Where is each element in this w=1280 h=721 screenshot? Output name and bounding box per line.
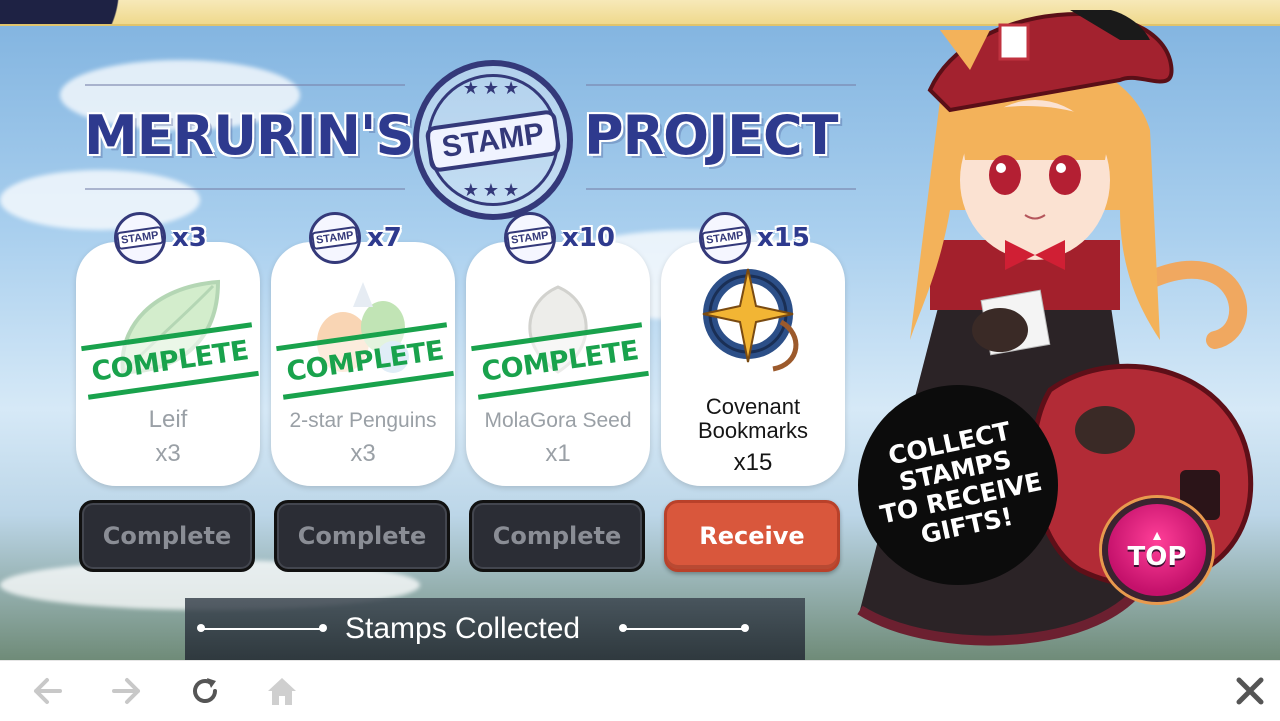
reward-name: 2-star Penguins: [289, 409, 437, 432]
required-stamps: x3: [172, 223, 207, 253]
required-stamps: x7: [367, 223, 402, 253]
speech-bubble: COLLECT STAMPS TO RECEIVE GIFTS!: [858, 385, 1058, 585]
home-icon: [268, 678, 296, 705]
scroll-to-top-button[interactable]: ▲ TOP: [1102, 498, 1212, 602]
title-divider: [85, 188, 405, 190]
stamp-requirement: STAMP x3: [114, 212, 207, 264]
stamp-requirement: STAMP x15: [699, 212, 810, 264]
banner-decoration: [0, 0, 170, 24]
stamp-requirement: STAMP x10: [504, 212, 615, 264]
browser-toolbar: [0, 660, 1280, 721]
stamp-requirement: STAMP x7: [309, 212, 402, 264]
speech-text: COLLECT STAMPS TO RECEIVE GIFTS!: [877, 416, 1045, 550]
reward-name: Leif: [148, 406, 188, 433]
forward-arrow-icon: [112, 678, 140, 704]
stars-icon: ★★★: [462, 180, 524, 200]
page-title-right: PROJECT: [584, 104, 839, 167]
receive-button[interactable]: Receive: [664, 500, 840, 572]
reward-name-line2: Bookmarks: [697, 418, 809, 443]
reload-icon: [193, 678, 217, 703]
stamp-logo-word: STAMP: [424, 109, 562, 173]
reward-name: MolaGora Seed: [484, 409, 632, 432]
stamp-icon: STAMP: [504, 212, 556, 264]
stamp-icon: STAMP: [309, 212, 361, 264]
close-icon: [1236, 677, 1264, 705]
reward-card-covenant-bookmarks: STAMP x15 Covenant Bookmarks x15: [661, 212, 845, 486]
reward-quantity: x3: [350, 440, 376, 467]
required-stamps: x15: [757, 223, 810, 253]
title-divider: [586, 188, 856, 190]
stars-icon: ★★★: [462, 78, 524, 98]
reward-card-leif: STAMP x3 COMPLETE Leif x3: [76, 212, 260, 486]
home-button[interactable]: [262, 673, 302, 709]
complete-button[interactable]: Complete: [79, 500, 255, 572]
page-title-left: MERURIN'S: [84, 104, 414, 167]
stamps-collected-title: Stamps Collected: [345, 612, 581, 645]
merurin-character-illustration: [857, 10, 1254, 646]
reward-card-molagora-seed: STAMP x10 COMPLETE MolaGora Seed x1: [466, 212, 650, 486]
divider-line: [625, 628, 743, 630]
reward-quantity: x15: [733, 449, 773, 476]
reload-button[interactable]: [185, 673, 225, 709]
complete-button[interactable]: Complete: [469, 500, 645, 572]
stamp-logo: ★★★ STAMP ★★★: [413, 60, 573, 220]
reward-card-penguins: STAMP x7 COMPLETE 2-star Penguins x3: [271, 212, 455, 486]
bookmark-icon: [702, 268, 799, 372]
event-page: MERURIN'S ★★★ STAMP ★★★ PROJECT STAMP x3…: [0, 0, 1280, 660]
complete-button[interactable]: Complete: [274, 500, 450, 572]
reward-quantity: x1: [545, 440, 571, 467]
title-divider: [586, 84, 856, 86]
stamps-collected-header: Stamps Collected: [185, 598, 805, 660]
divider-line: [203, 628, 321, 630]
stamp-icon: STAMP: [699, 212, 751, 264]
close-button[interactable]: [1230, 673, 1270, 709]
stamp-icon: STAMP: [114, 212, 166, 264]
required-stamps: x10: [562, 223, 615, 253]
divider-dot: [319, 624, 327, 632]
title-divider: [85, 84, 405, 86]
top-button-label: TOP: [1127, 542, 1187, 572]
reward-name-line1: Covenant: [705, 394, 801, 419]
chevron-up-icon: ▲: [1150, 527, 1164, 543]
reward-quantity: x3: [155, 440, 181, 467]
forward-button[interactable]: [106, 673, 146, 709]
back-arrow-icon: [34, 678, 62, 704]
divider-dot: [741, 624, 749, 632]
back-button[interactable]: [28, 673, 68, 709]
